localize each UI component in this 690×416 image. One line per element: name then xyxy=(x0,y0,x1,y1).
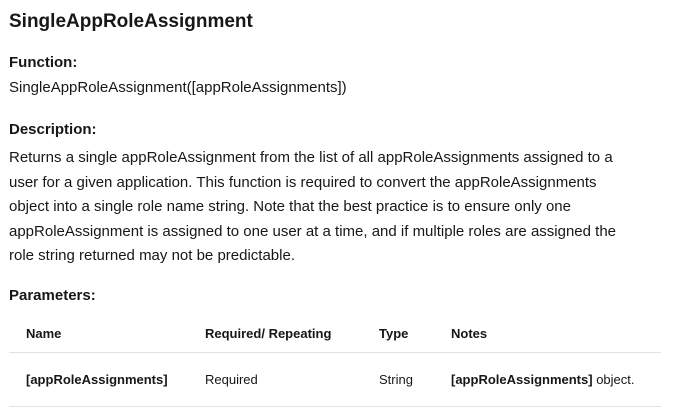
description-line: user for a given application. This funct… xyxy=(9,173,597,191)
param-notes: [appRoleAssignments] object. xyxy=(434,352,661,407)
description-line: appRoleAssignment is assigned to one use… xyxy=(9,222,617,240)
column-header-notes: Notes xyxy=(434,314,661,353)
parameters-label: Parameters: xyxy=(9,287,96,304)
table-row: [appRoleAssignments] Required String [ap… xyxy=(9,352,661,407)
param-required: Required xyxy=(188,352,362,407)
function-label: Function: xyxy=(9,54,78,71)
parameters-table: Name Required/ Repeating Type Notes [app… xyxy=(9,314,661,407)
description-line: Returns a single appRoleAssignment from … xyxy=(9,149,613,166)
column-header-type: Type xyxy=(362,314,434,353)
description-text: Returns a single appRoleAssignment from … xyxy=(9,146,665,269)
column-header-required: Required/ Repeating xyxy=(188,314,362,353)
param-name: [appRoleAssignments] xyxy=(9,352,188,407)
column-header-name: Name xyxy=(9,314,188,353)
table-header-row: Name Required/ Repeating Type Notes xyxy=(9,314,661,353)
description-line: object into a single role name string. N… xyxy=(9,198,571,215)
description-label: Description: xyxy=(9,121,97,138)
param-notes-text: object. xyxy=(592,372,635,387)
function-signature: SingleAppRoleAssignment([appRoleAssignme… xyxy=(9,79,347,96)
description-line: role string returned may not be predicta… xyxy=(9,247,295,264)
page-title: SingleAppRoleAssignment xyxy=(9,11,253,32)
param-notes-name: [appRoleAssignments] xyxy=(451,372,593,387)
param-type: String xyxy=(362,352,434,407)
